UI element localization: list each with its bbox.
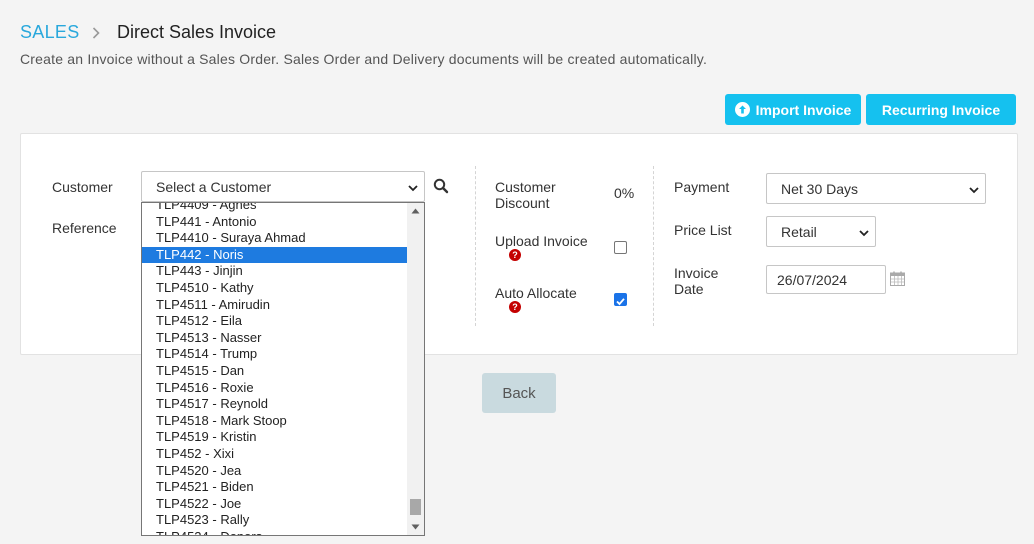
- customer-option[interactable]: TLP442 - Noris: [142, 246, 408, 264]
- upload-invoice-label: Upload Invoice: [495, 233, 588, 249]
- customer-option[interactable]: TLP4410 - Suraya Ahmad: [142, 230, 408, 247]
- customer-discount-value: 0%: [614, 185, 635, 201]
- recurring-invoice-button[interactable]: Recurring Invoice: [866, 94, 1016, 125]
- back-button[interactable]: Back: [482, 373, 556, 413]
- reference-label: Reference: [52, 220, 117, 236]
- price-list-select-value: Retail: [781, 223, 817, 240]
- scroll-up-icon[interactable]: [411, 208, 420, 214]
- customer-option[interactable]: TLP4524 - Donors: [142, 529, 408, 535]
- chevron-right-icon: [92, 26, 100, 42]
- payment-select-value: Net 30 Days: [781, 180, 859, 197]
- customer-option[interactable]: TLP4511 - Amirudin: [142, 297, 408, 314]
- customer-option[interactable]: TLP443 - Jinjin: [142, 263, 408, 280]
- customer-option[interactable]: TLP4510 - Kathy: [142, 280, 408, 297]
- upload-invoice-checkbox[interactable]: [614, 241, 627, 254]
- price-list-label: Price List: [674, 222, 732, 238]
- search-icon[interactable]: [433, 178, 449, 199]
- customer-option[interactable]: TLP4523 - Rally: [142, 512, 408, 529]
- dropdown-scrollbar[interactable]: [407, 203, 424, 535]
- upload-circle-icon: [734, 102, 750, 117]
- scrollbar-thumb[interactable]: [410, 499, 421, 515]
- customer-option[interactable]: TLP441 - Antonio: [142, 214, 408, 231]
- customer-option[interactable]: TLP4409 - Agnes: [142, 203, 408, 214]
- customer-dropdown-list[interactable]: TLP4409 - Agnes TLP441 - Antonio TLP4410 -…: [141, 202, 425, 536]
- import-invoice-button[interactable]: Import Invoice: [725, 94, 861, 125]
- import-invoice-label: Import Invoice: [755, 101, 852, 118]
- customer-select-value: Select a Customer: [156, 178, 272, 195]
- customer-option[interactable]: TLP452 - Xixi: [142, 446, 408, 463]
- help-icon[interactable]: ?: [509, 249, 521, 261]
- column-divider: [653, 166, 654, 326]
- customer-option[interactable]: TLP4513 - Nasser: [142, 330, 408, 347]
- payment-label: Payment: [674, 179, 730, 195]
- back-button-label: Back: [502, 384, 536, 402]
- customer-option[interactable]: TLP4517 - Reynold: [142, 396, 408, 413]
- customer-option[interactable]: TLP4519 - Kristin: [142, 429, 408, 446]
- customer-option[interactable]: TLP4522 - Joe: [142, 496, 408, 513]
- chevron-down-icon: [408, 179, 418, 195]
- customer-label: Customer: [52, 179, 113, 195]
- auto-allocate-label: Auto Allocate: [495, 285, 577, 301]
- customer-option[interactable]: TLP4514 - Trump: [142, 346, 408, 363]
- scroll-down-icon[interactable]: [411, 524, 420, 530]
- customer-option[interactable]: TLP4521 - Biden: [142, 479, 408, 496]
- customer-options: TLP4409 - Agnes TLP441 - Antonio TLP4410 -…: [142, 203, 408, 535]
- page-subtitle: Create an Invoice without a Sales Order.…: [20, 51, 708, 67]
- customer-option[interactable]: TLP4516 - Roxie: [142, 380, 408, 397]
- recurring-invoice-label: Recurring Invoice: [881, 101, 1001, 118]
- calendar-icon[interactable]: [890, 271, 905, 291]
- payment-select[interactable]: Net 30 Days: [766, 173, 986, 204]
- customer-select[interactable]: Select a Customer: [141, 171, 425, 202]
- breadcrumb-sales-link[interactable]: SALES: [20, 22, 80, 43]
- help-icon[interactable]: ?: [509, 301, 521, 313]
- invoice-date-label: Invoice Date: [674, 265, 719, 297]
- chevron-down-icon: [969, 181, 979, 197]
- page-title: Direct Sales Invoice: [117, 22, 277, 42]
- invoice-date-value: 26/07/2024: [777, 271, 848, 288]
- column-divider: [475, 166, 476, 326]
- customer-discount-label: Customer Discount: [495, 179, 556, 211]
- checkmark-icon: [616, 298, 625, 306]
- chevron-down-icon: [859, 224, 869, 240]
- customer-option[interactable]: TLP4520 - Jea: [142, 463, 408, 480]
- customer-option[interactable]: TLP4515 - Dan: [142, 363, 408, 380]
- price-list-select[interactable]: Retail: [766, 216, 876, 247]
- customer-option[interactable]: TLP4512 - Eila: [142, 313, 408, 330]
- invoice-date-input[interactable]: 26/07/2024: [766, 265, 886, 294]
- auto-allocate-checkbox[interactable]: [614, 293, 627, 306]
- customer-option[interactable]: TLP4518 - Mark Stoop: [142, 413, 408, 430]
